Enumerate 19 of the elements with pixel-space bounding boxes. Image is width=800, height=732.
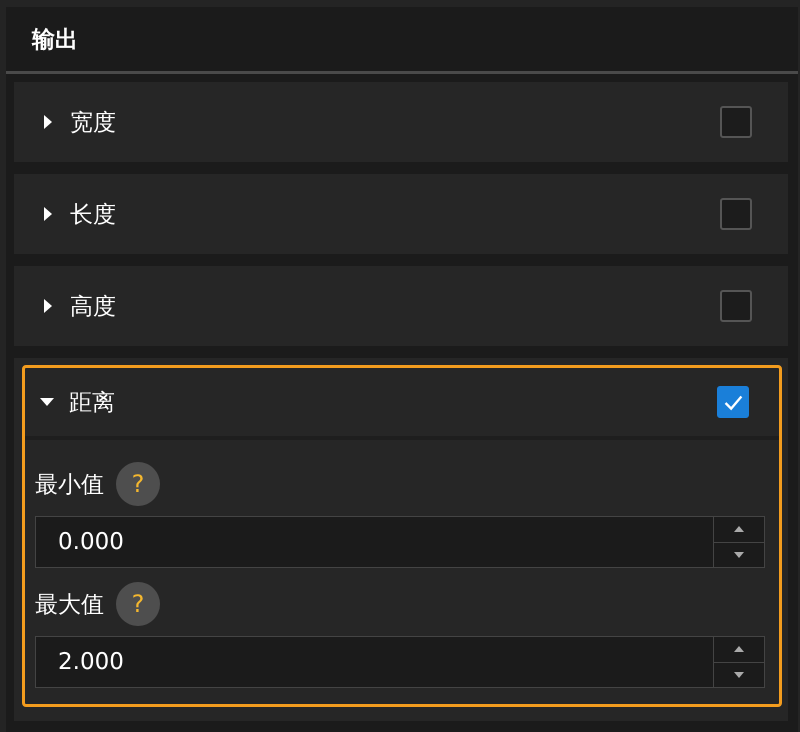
checkbox[interactable] (720, 290, 752, 322)
section-label: 高度 (70, 292, 117, 322)
down-triangle-icon (733, 670, 745, 679)
field-label: 最大值 (35, 590, 104, 620)
section-label: 宽度 (70, 108, 117, 138)
field-label: 最小值 (35, 470, 104, 500)
up-triangle-icon (733, 645, 745, 654)
help-button[interactable]: ? (116, 462, 160, 506)
checkbox[interactable] (720, 198, 752, 230)
up-triangle-icon (733, 525, 745, 534)
down-triangle-icon (733, 550, 745, 559)
section-label: 距离 (69, 388, 116, 418)
checkbox[interactable] (720, 106, 752, 138)
number-input[interactable]: 0.000 (35, 516, 765, 568)
checkbox[interactable] (717, 386, 749, 418)
help-button[interactable]: ? (116, 582, 160, 626)
number-input[interactable]: 2.000 (35, 636, 765, 688)
section-label: 长度 (70, 200, 117, 230)
panel-title: 输出 (32, 26, 78, 54)
